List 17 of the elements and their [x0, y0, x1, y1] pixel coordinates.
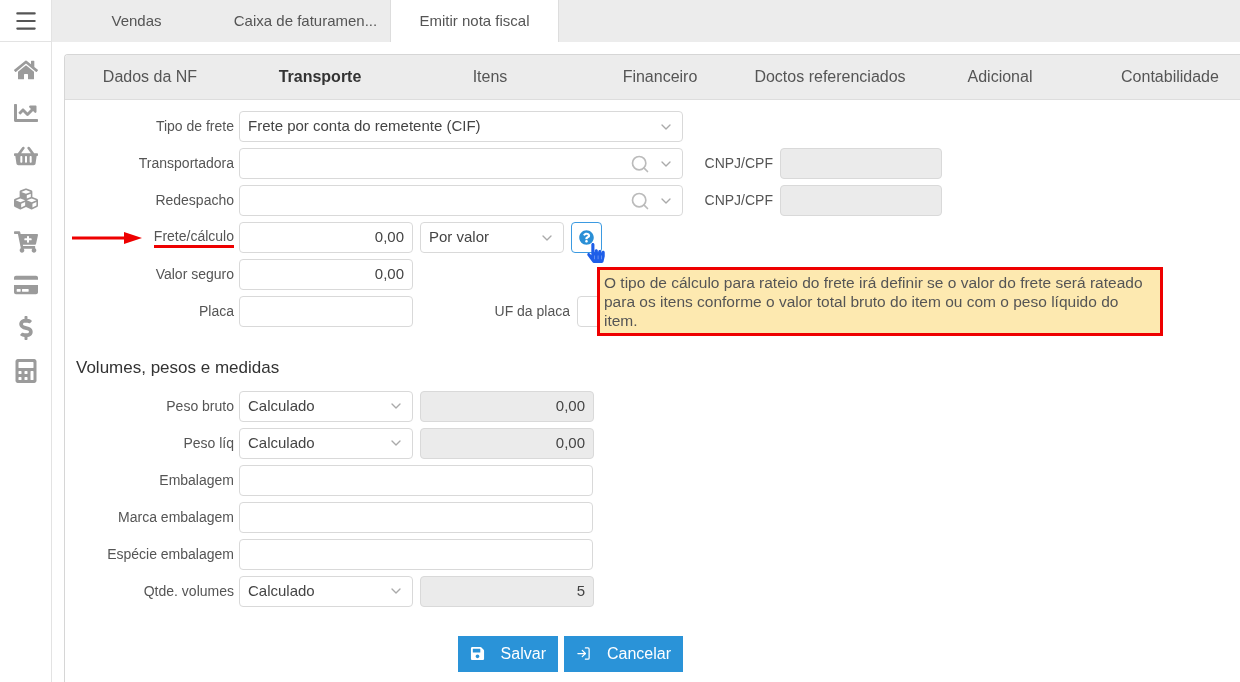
field-label: Redespacho: [155, 191, 234, 210]
tooltip: O tipo de cálculo para rateio do frete irá definir se o valor do frete será rateado para os itens conforme o valor total bruto do item ou com o peso líquido do item.: [597, 267, 1163, 336]
field-label: Valor seguro: [155, 265, 234, 284]
field-label: Tipo de frete: [155, 117, 234, 136]
field-label: CNPJ/CPF: [703, 191, 773, 210]
field-label: Frete/cálculo: [153, 227, 234, 248]
field-label: Qtde. volumes: [143, 581, 234, 601]
field-label: Marca embalagem: [118, 507, 234, 527]
field-label: Placa: [198, 302, 234, 321]
field-label: Transportadora: [138, 154, 234, 173]
field-label: Embalagem: [159, 470, 234, 490]
section-heading: Volumes, pesos e medidas: [76, 357, 281, 379]
field-label: CNPJ/CPF: [703, 154, 773, 173]
field-label: Peso líq: [183, 433, 234, 453]
field-label: Peso bruto: [166, 396, 234, 416]
field-label: UF da placa: [493, 302, 570, 321]
field-label: Espécie embalagem: [107, 544, 234, 564]
